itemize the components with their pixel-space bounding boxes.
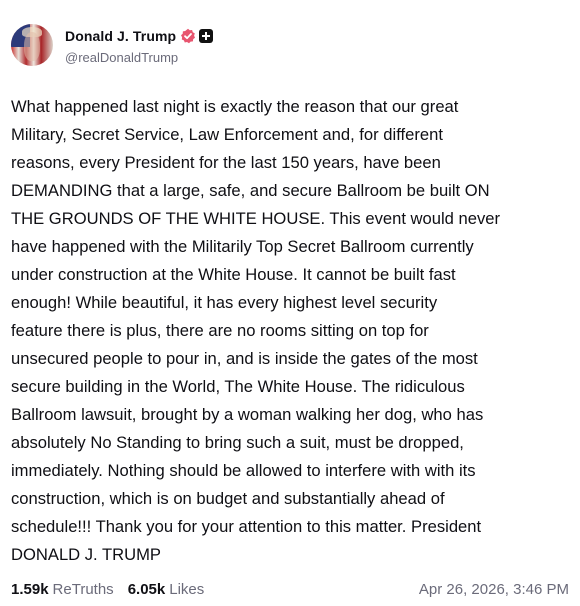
post-body-line: Military, Secret Service, Law Enforcemen… bbox=[11, 125, 443, 144]
post-body-line: Ballroom lawsuit, brought by a woman wal… bbox=[11, 405, 484, 424]
post-body-line: immediately. Nothing should be allowed t… bbox=[11, 461, 476, 480]
post-body: What happened last night is exactly the … bbox=[11, 93, 571, 569]
plus-icon bbox=[202, 31, 211, 40]
post-body-line: DEMANDING that a large, safe, and secure… bbox=[11, 181, 490, 200]
plus-badge-icon bbox=[199, 28, 214, 43]
post-body-line: unsecured people to pour in, and is insi… bbox=[11, 349, 478, 368]
post-body-line: DONALD J. TRUMP bbox=[11, 545, 161, 564]
post-card: Donald J. Trump @realDonaldTrump What ha… bbox=[0, 0, 580, 606]
post-body-line: have happened with the Militarily Top Se… bbox=[11, 237, 474, 256]
post-body-line: absolutely No Standing to bring such a s… bbox=[11, 433, 464, 452]
author-display-name[interactable]: Donald J. Trump bbox=[65, 28, 176, 44]
likes-count: 6.05k bbox=[127, 580, 166, 598]
post-body-line: secure building in the World, The White … bbox=[11, 377, 465, 396]
author-name-row: Donald J. Trump bbox=[65, 26, 214, 46]
post-body-line: under construction at the White House. I… bbox=[11, 265, 456, 284]
post-body-line: construction, which is on budget and sub… bbox=[11, 489, 445, 508]
post-body-line: schedule!!! Thank you for your attention… bbox=[11, 517, 482, 536]
post-footer: 1.59k ReTruths 6.05k Likes Apr 26, 2026,… bbox=[11, 578, 569, 600]
likes-stat[interactable]: 6.05k Likes bbox=[128, 581, 205, 598]
post-header: Donald J. Trump @realDonaldTrump bbox=[11, 22, 214, 68]
author-identity: Donald J. Trump @realDonaldTrump bbox=[65, 26, 214, 65]
retruths-stat[interactable]: 1.59k ReTruths bbox=[11, 581, 114, 598]
verified-badge-icon bbox=[181, 28, 196, 43]
post-body-line: feature there is plus, there are no room… bbox=[11, 321, 429, 340]
avatar[interactable] bbox=[11, 24, 53, 66]
post-body-line: enough! While beautiful, it has every hi… bbox=[11, 293, 438, 312]
retruths-label: ReTruths bbox=[52, 580, 114, 598]
post-body-line: reasons, every President for the last 15… bbox=[11, 153, 441, 172]
author-handle[interactable]: @realDonaldTrump bbox=[65, 50, 213, 65]
avatar-face bbox=[23, 31, 41, 61]
likes-label: Likes bbox=[169, 580, 205, 598]
retruths-count: 1.59k bbox=[11, 580, 49, 598]
post-timestamp[interactable]: Apr 26, 2026, 3:46 PM bbox=[419, 581, 569, 598]
post-body-line: What happened last night is exactly the … bbox=[11, 97, 459, 116]
post-body-line: THE GROUNDS OF THE WHITE HOUSE. This eve… bbox=[11, 209, 501, 228]
